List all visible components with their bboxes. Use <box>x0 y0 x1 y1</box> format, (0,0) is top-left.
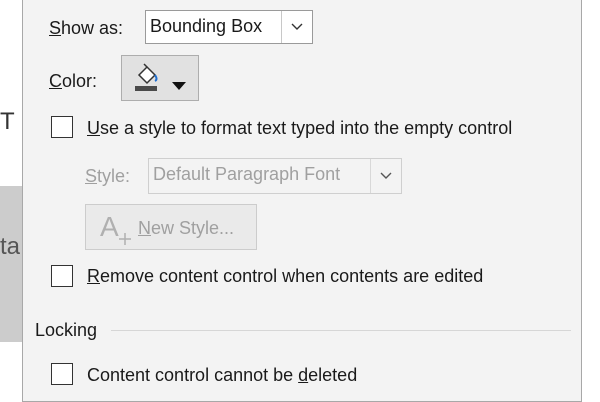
dropdown-arrow-icon <box>172 74 186 95</box>
background-partial-button-text: ta <box>0 233 21 260</box>
chevron-down-icon <box>281 11 312 43</box>
style-dropdown[interactable]: Default Paragraph Font <box>148 158 402 194</box>
cannot-delete-label: Content control cannot be deleted <box>87 365 358 385</box>
paint-bucket-icon <box>134 62 160 97</box>
use-style-label: Use a style to format text typed into th… <box>87 118 513 138</box>
locking-heading: Locking <box>35 320 98 340</box>
chevron-down-icon <box>370 159 401 193</box>
cannot-delete-checkbox[interactable] <box>51 363 73 385</box>
show-as-label: Show as: <box>49 18 124 38</box>
new-style-label: New Style... <box>138 218 235 238</box>
remove-content-checkbox[interactable] <box>51 265 73 287</box>
show-as-value: Bounding Box <box>150 16 263 36</box>
svg-text:A: A <box>100 211 119 242</box>
content-control-properties-dialog: Show as: Bounding Box Color: Use a style… <box>22 0 582 402</box>
new-style-icon: A <box>100 211 134 250</box>
background-partial-text: T <box>0 108 15 135</box>
new-style-button[interactable]: A New Style... <box>85 204 257 250</box>
color-picker-button[interactable] <box>121 55 199 101</box>
use-style-checkbox[interactable] <box>51 116 73 138</box>
background-partial-button <box>0 186 22 342</box>
remove-content-label: Remove content control when contents are… <box>87 266 484 286</box>
show-as-dropdown[interactable]: Bounding Box <box>145 10 313 44</box>
locking-separator <box>111 330 571 331</box>
color-label: Color: <box>49 71 98 91</box>
style-value: Default Paragraph Font <box>153 164 341 184</box>
style-label: Style: <box>85 166 131 186</box>
